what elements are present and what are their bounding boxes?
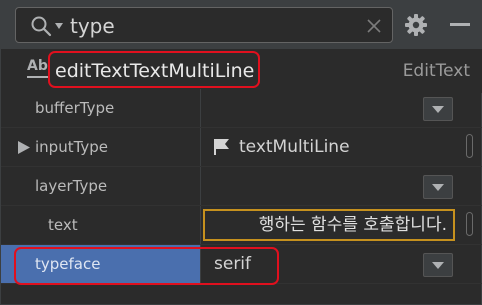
- chevron-down-icon: [432, 262, 444, 269]
- chevron-down-icon: [432, 106, 444, 113]
- property-name: bufferType: [35, 99, 115, 117]
- property-name: text: [48, 216, 78, 234]
- chevron-down-icon: [432, 184, 444, 191]
- minimize-icon[interactable]: [450, 23, 470, 26]
- gear-icon[interactable]: [405, 14, 427, 36]
- property-row[interactable]: inputType textMultiLine: [1, 128, 482, 167]
- search-field[interactable]: type: [15, 7, 393, 43]
- dropdown-button[interactable]: [423, 97, 453, 121]
- flag-icon: [214, 139, 229, 155]
- clear-icon[interactable]: [366, 18, 382, 34]
- search-toolbar: type: [1, 1, 482, 49]
- expand-arrow-icon[interactable]: [18, 141, 30, 154]
- property-value-cell[interactable]: [201, 89, 482, 127]
- highlight-annotation: [14, 247, 279, 285]
- highlight-annotation: [48, 51, 260, 88]
- property-value-cell[interactable]: [201, 167, 482, 205]
- text-value-input[interactable]: 행하는 함수를 호출합니다.: [203, 209, 455, 241]
- attributes-panel: type Ab editTextTextMultiLine EditText b…: [0, 0, 482, 305]
- ab-text-icon: Ab: [27, 59, 49, 81]
- property-row[interactable]: bufferType: [1, 89, 482, 128]
- property-value-cell[interactable]: 행하는 함수를 호출합니다.: [201, 206, 482, 244]
- property-row[interactable]: layerType: [1, 167, 482, 206]
- dropdown-button[interactable]: [423, 175, 453, 199]
- search-history-chevron-icon[interactable]: [55, 23, 63, 29]
- property-name: layerType: [35, 177, 108, 195]
- flags-expand-handle[interactable]: [466, 134, 473, 158]
- search-input[interactable]: type: [70, 12, 115, 40]
- property-name-cell: inputType: [1, 128, 201, 166]
- dropdown-button[interactable]: [423, 253, 453, 277]
- property-name-cell: layerType: [1, 167, 201, 205]
- property-value[interactable]: 행하는 함수를 호출합니다.: [259, 211, 447, 239]
- property-value: textMultiLine: [239, 137, 350, 157]
- property-name-cell: text: [1, 206, 201, 244]
- property-row[interactable]: text 행하는 함수를 호출합니다.: [1, 206, 482, 245]
- text-expand-handle[interactable]: [466, 212, 473, 236]
- property-name-cell: bufferType: [1, 89, 201, 127]
- component-class: EditText: [402, 61, 470, 81]
- property-name: inputType: [35, 138, 109, 156]
- search-icon[interactable]: [30, 15, 52, 37]
- property-value-cell[interactable]: textMultiLine: [201, 128, 482, 166]
